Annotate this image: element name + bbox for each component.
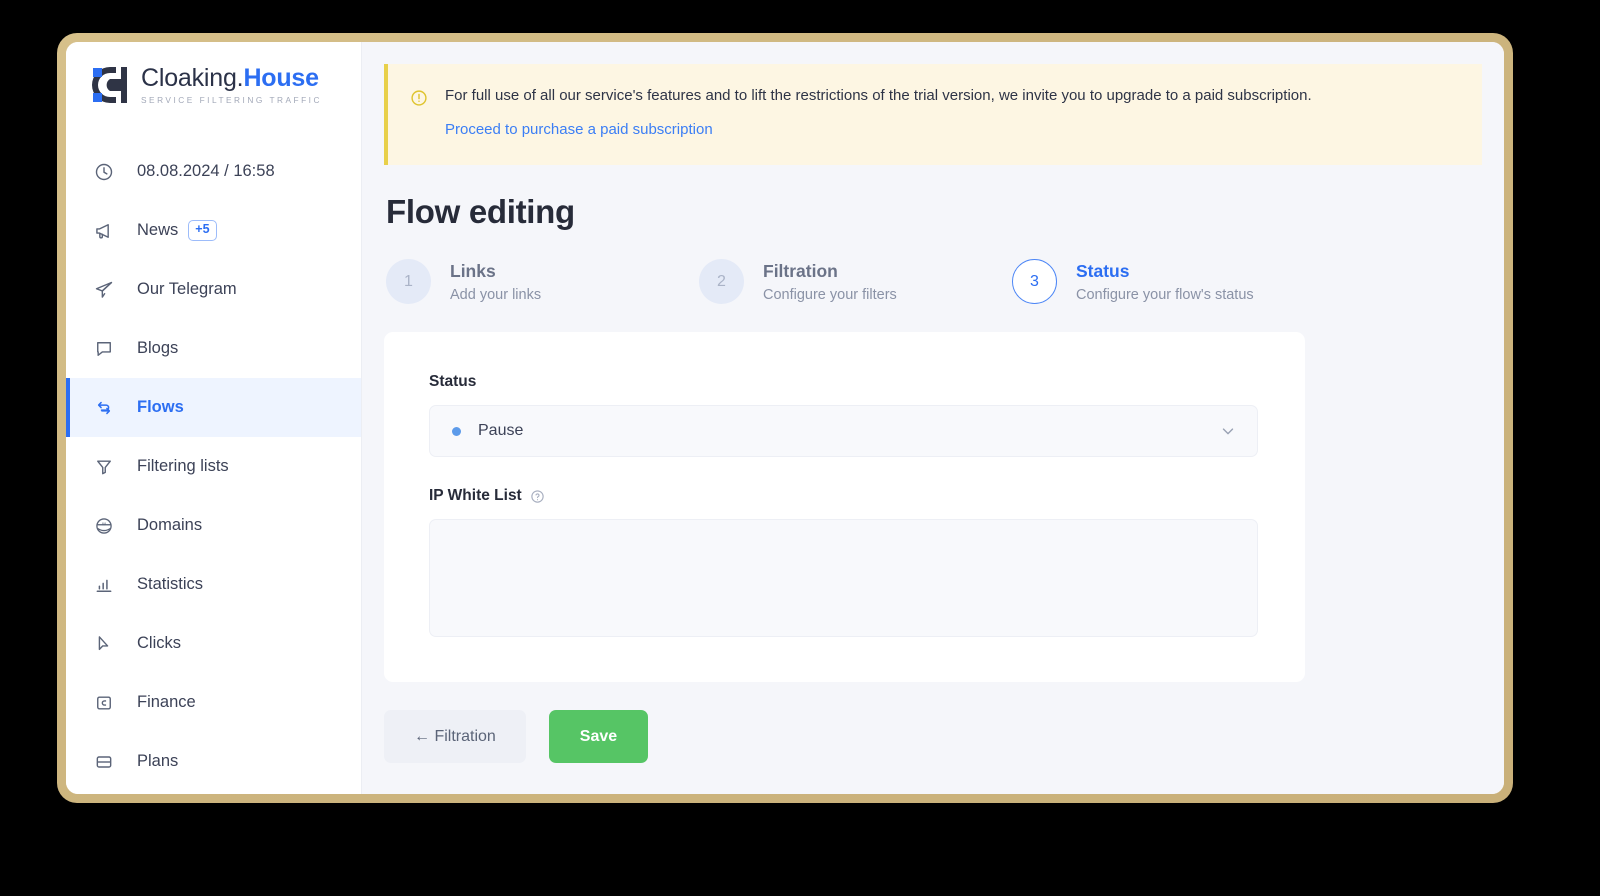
sidebar-item-blogs[interactable]: Blogs bbox=[66, 319, 361, 378]
step-number-badge: 2 bbox=[699, 259, 744, 305]
form-actions: ← Filtration Save bbox=[384, 710, 1482, 764]
flow-stepper: 1 Links Add your links 2 Filtration Conf… bbox=[386, 259, 1482, 305]
purchase-subscription-link[interactable]: Proceed to purchase a paid subscription bbox=[445, 121, 713, 138]
ip-white-list-input[interactable] bbox=[429, 519, 1258, 638]
card-rows-icon bbox=[93, 751, 115, 773]
sidebar-item-label: Statistics bbox=[137, 575, 204, 593]
sidebar-item-domains[interactable]: w Domains bbox=[66, 496, 361, 555]
sidebar-datetime: 08.08.2024 / 16:58 bbox=[66, 142, 361, 201]
globe-icon: w bbox=[93, 515, 115, 537]
chat-bubble-icon bbox=[93, 338, 115, 360]
sidebar-item-clicks[interactable]: Clicks bbox=[66, 614, 361, 673]
step-description: Configure your flow's status bbox=[1076, 286, 1254, 303]
back-to-filtration-button[interactable]: ← Filtration bbox=[384, 710, 526, 764]
funnel-icon bbox=[93, 456, 115, 478]
wallet-icon bbox=[93, 692, 115, 714]
brand-tagline: SERVICE FILTERING TRAFFIC bbox=[141, 94, 322, 105]
save-button[interactable]: Save bbox=[548, 710, 649, 764]
megaphone-icon bbox=[93, 220, 115, 242]
question-circle-icon[interactable] bbox=[530, 489, 545, 504]
page-title: Flow editing bbox=[386, 193, 575, 231]
sidebar-item-our-telegram[interactable]: Our Telegram bbox=[66, 260, 361, 319]
sidebar-item-label: Blogs bbox=[137, 339, 179, 357]
step-description: Add your links bbox=[450, 286, 542, 303]
sidebar: Cloaking.House SERVICE FILTERING TRAFFIC… bbox=[66, 42, 362, 794]
sidebar-item-label: Domains bbox=[137, 516, 203, 534]
chevron-down-icon[interactable] bbox=[1219, 422, 1237, 440]
app-window: Cloaking.House SERVICE FILTERING TRAFFIC… bbox=[66, 42, 1504, 794]
banner-message: For full use of all our service's featur… bbox=[445, 87, 1312, 104]
sidebar-item-filtering-lists[interactable]: Filtering lists bbox=[66, 437, 361, 496]
sidebar-item-finance[interactable]: Finance bbox=[66, 673, 361, 732]
step-description: Configure your filters bbox=[763, 286, 897, 303]
warning-circle-icon bbox=[410, 89, 428, 107]
svg-text:w: w bbox=[101, 521, 106, 527]
bar-chart-icon bbox=[93, 574, 115, 596]
step-title: Filtration bbox=[763, 260, 838, 281]
status-field-label: Status bbox=[429, 373, 477, 391]
status-form-card: Status Pause IP White List bbox=[384, 332, 1305, 683]
stepper-step-links[interactable]: 1 Links Add your links bbox=[386, 259, 699, 305]
sidebar-item-label: Flows bbox=[137, 398, 184, 416]
stepper-step-filtration[interactable]: 2 Filtration Configure your filters bbox=[699, 259, 1012, 305]
stepper-step-status[interactable]: 3 Status Configure your flow's status bbox=[1012, 259, 1325, 305]
status-select[interactable]: Pause bbox=[429, 405, 1258, 458]
news-count-badge: +5 bbox=[188, 220, 217, 241]
sidebar-item-label: Our Telegram bbox=[137, 280, 237, 298]
step-title: Status bbox=[1076, 260, 1130, 281]
step-number-badge: 1 bbox=[386, 259, 431, 305]
sidebar-item-label: News bbox=[137, 221, 179, 239]
brand-logo[interactable]: Cloaking.House SERVICE FILTERING TRAFFIC bbox=[66, 64, 361, 106]
step-title: Links bbox=[450, 260, 496, 281]
trial-upgrade-banner: For full use of all our service's featur… bbox=[384, 64, 1482, 166]
ip-white-list-label: IP White List bbox=[429, 487, 1260, 505]
status-selected-value: Pause bbox=[478, 422, 524, 440]
cloaking-house-logo-icon bbox=[91, 64, 129, 106]
sidebar-item-label: Filtering lists bbox=[137, 457, 229, 475]
brand-name: Cloaking.House bbox=[141, 63, 319, 92]
sidebar-item-label: Plans bbox=[137, 752, 179, 770]
sidebar-item-news[interactable]: News +5 bbox=[66, 201, 361, 260]
telegram-send-icon bbox=[93, 279, 115, 301]
main-content: For full use of all our service's featur… bbox=[362, 42, 1504, 794]
step-number-badge: 3 bbox=[1012, 259, 1057, 305]
sidebar-item-flows[interactable]: Flows bbox=[66, 378, 361, 437]
refresh-arrows-icon bbox=[93, 397, 115, 419]
cursor-arrow-icon bbox=[93, 633, 115, 655]
browser-window-frame: Cloaking.House SERVICE FILTERING TRAFFIC… bbox=[57, 33, 1513, 803]
clock-icon bbox=[93, 161, 115, 183]
sidebar-item-label: Finance bbox=[137, 693, 196, 711]
sidebar-datetime-label: 08.08.2024 / 16:58 bbox=[137, 162, 275, 180]
sidebar-item-plans[interactable]: Plans bbox=[66, 732, 361, 791]
sidebar-item-label: Clicks bbox=[137, 634, 181, 652]
status-dot-icon bbox=[452, 426, 461, 436]
sidebar-item-statistics[interactable]: Statistics bbox=[66, 555, 361, 614]
